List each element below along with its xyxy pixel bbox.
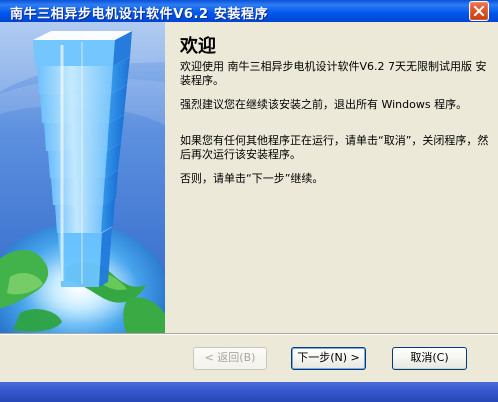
close-icon	[473, 5, 485, 17]
cancel-button[interactable]: 取消(C)	[392, 347, 467, 370]
welcome-paragraph-1: 欢迎使用 南牛三相异步电机设计软件V6.2 7天无限制试用版 安装程序。	[180, 60, 487, 87]
welcome-paragraph-4: 否则，请单击“下一步”继续。	[180, 172, 324, 185]
taskbar-strip	[0, 382, 498, 402]
close-button[interactable]	[469, 1, 489, 21]
next-button[interactable]: 下一步(N) >	[291, 347, 366, 370]
back-button[interactable]: < 返回(B)	[193, 347, 267, 370]
welcome-paragraph-3: 如果您有任何其他程序正在运行，请单击“取消”，关闭程序，然后再次运行该安装程序。	[180, 134, 489, 161]
welcome-content-panel: 欢迎 欢迎使用 南牛三相异步电机设计软件V6.2 7天无限制试用版 安装程序。 …	[165, 22, 498, 333]
title-bar[interactable]: 南牛三相异步电机设计软件V6.2 安装程序	[0, 0, 498, 22]
welcome-paragraph-2: 强烈建议您在继续该安装之前，退出所有 Windows 程序。	[180, 98, 468, 111]
window-title: 南牛三相异步电机设计软件V6.2 安装程序	[10, 7, 269, 22]
welcome-heading: 欢迎	[180, 36, 216, 57]
tower-globe-illustration	[0, 22, 165, 333]
installer-side-image	[0, 22, 165, 333]
installer-window: 南牛三相异步电机设计软件V6.2 安装程序 欢迎 欢迎使用 南牛三相异步电机设计…	[0, 0, 498, 402]
button-area-divider-highlight	[0, 334, 498, 335]
